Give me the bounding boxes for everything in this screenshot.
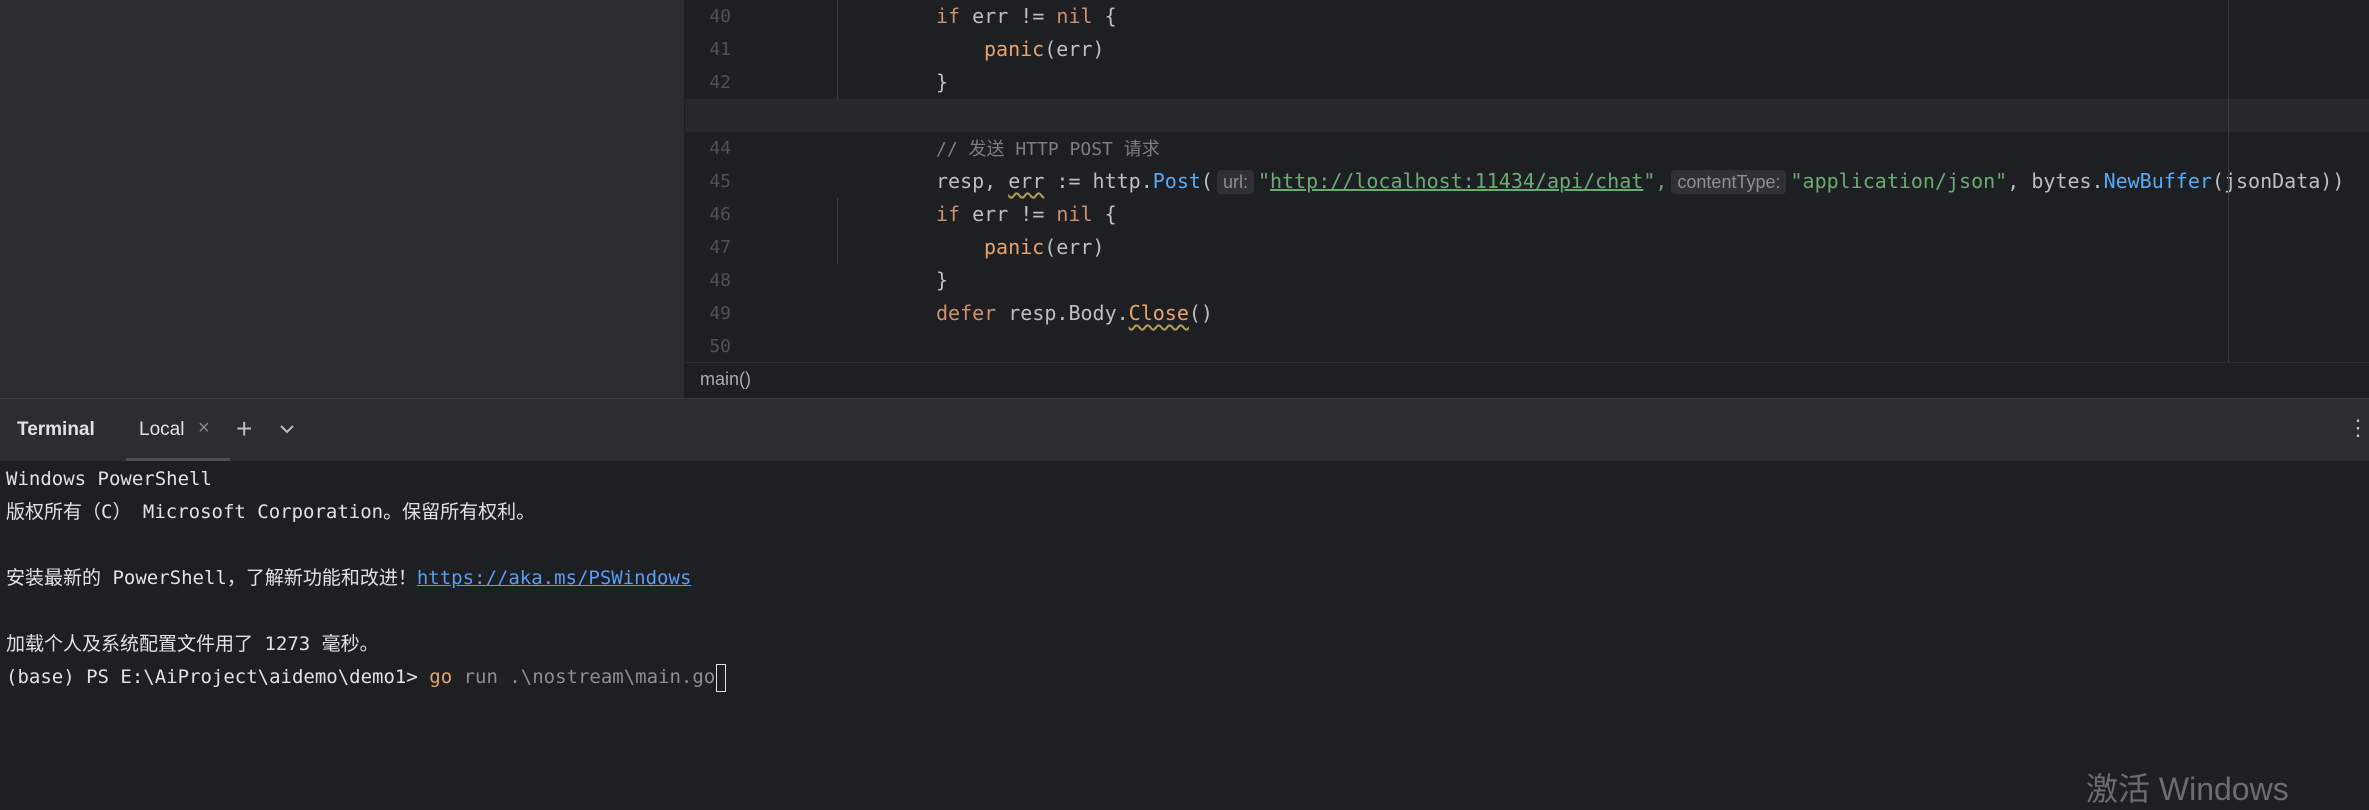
line-number: 44 (709, 138, 731, 159)
param-hint-content-type: contentType: (1671, 170, 1787, 194)
code-text: { (1092, 202, 1117, 226)
line-number: 40 (709, 6, 731, 27)
line-number: 46 (709, 204, 731, 225)
terminal-toolbar: Terminal Local × + ⋮ (0, 399, 2369, 461)
code-line-45[interactable]: resp, err := http.Post(url: "http://local… (785, 165, 2369, 198)
code-line-43-current[interactable] (685, 99, 2369, 132)
add-icon[interactable]: + (236, 413, 252, 445)
line-number: 48 (709, 270, 731, 291)
code-line-44[interactable]: // 发送 HTTP POST 请求 (785, 132, 2369, 165)
param-hint-url: url: (1216, 170, 1254, 194)
line-number: 42 (709, 72, 731, 93)
line-number: 49 (709, 303, 731, 324)
terminal-line: 安装最新的 PowerShell，了解新功能和改进！https://aka.ms… (6, 562, 691, 595)
url-link[interactable]: http://localhost:11434/api/chat (1270, 169, 1643, 193)
code-text: err != (960, 4, 1057, 28)
text-cursor (716, 663, 727, 692)
string-quote: " (1257, 169, 1271, 193)
code-text: ( (1200, 169, 1213, 193)
code-line-41[interactable]: panic(err) (785, 33, 2369, 66)
code-line-42[interactable]: } (785, 66, 2369, 99)
code-editor[interactable]: 40 41 42 43 44 45 46 47 48 49 50 if err … (685, 0, 2369, 362)
code-text: resp.Body. (996, 301, 1129, 325)
terminal-line: Windows PowerShell (6, 468, 212, 490)
method-name: Post (1152, 169, 1201, 193)
close-icon[interactable]: × (198, 417, 210, 440)
code-text: (err) (1044, 235, 1105, 259)
method-name: Close (1128, 301, 1189, 325)
command-go: go (429, 666, 453, 688)
prompt: (base) PS E:\AiProject\aidemo\demo1> (6, 666, 430, 688)
breadcrumb-bar: main() (685, 362, 2369, 399)
code-text: , bytes. (2007, 169, 2104, 193)
code-text: := http. (1044, 169, 1153, 193)
breadcrumb[interactable]: main() (700, 369, 751, 390)
terminal-line: 版权所有（C） Microsoft Corporation。保留所有权利。 (6, 501, 536, 523)
code-text: err != (960, 202, 1057, 226)
terminal-tab-local[interactable]: Local × (126, 399, 230, 461)
function-name: panic (984, 37, 1045, 61)
code-text: (err) (1044, 37, 1105, 61)
activation-watermark: 激活 Windows (2086, 771, 2289, 807)
code-line-40[interactable]: if err != nil { (785, 0, 2369, 33)
more-options-icon[interactable]: ⋮ (2347, 415, 2369, 441)
chevron-down-icon[interactable] (278, 417, 296, 440)
terminal-line: 加载个人及系统配置文件用了 1273 毫秒。 (6, 633, 379, 655)
line-number-gutter: 40 41 42 43 44 45 46 47 48 49 50 (685, 0, 785, 362)
code-line-48[interactable]: } (785, 264, 2369, 297)
keyword: nil (1056, 202, 1093, 226)
code-line-46[interactable]: if err != nil { (785, 198, 2369, 231)
code-text: { (1092, 4, 1117, 28)
code-text: } (936, 70, 949, 94)
indent-guide (837, 198, 838, 264)
string-quote: ", (1643, 169, 1668, 193)
command-args: run .\nostream\main.go (452, 666, 716, 688)
terminal-title: Terminal (17, 419, 95, 440)
code-line-47[interactable]: panic(err) (785, 231, 2369, 264)
code-text: } (936, 268, 949, 292)
keyword: if (936, 4, 961, 28)
function-name: panic (984, 235, 1045, 259)
comment: // 发送 HTTP POST 请求 (936, 139, 1160, 160)
terminal-prompt-line[interactable]: (base) PS E:\AiProject\aidemo\demo1> go … (6, 661, 727, 694)
code-text: () (1188, 301, 1213, 325)
code-text: (jsonData)) (2211, 169, 2345, 193)
indent-guide (837, 0, 838, 99)
project-panel (0, 0, 685, 398)
line-number: 45 (709, 171, 731, 192)
right-margin-guide (2228, 0, 2229, 362)
string-literal: "application/json" (1790, 169, 2008, 193)
line-number: 41 (709, 39, 731, 60)
keyword: if (936, 202, 961, 226)
line-number: 47 (709, 237, 731, 258)
terminal-tab-label: Local (139, 419, 185, 440)
code-line-50[interactable] (785, 330, 2369, 363)
keyword: nil (1056, 4, 1093, 28)
powershell-link[interactable]: https://aka.ms/PSWindows (417, 567, 692, 589)
code-line-49[interactable]: defer resp.Body.Close() (785, 297, 2369, 330)
terminal-text: 安装最新的 PowerShell，了解新功能和改进！ (6, 567, 417, 589)
keyword: defer (936, 301, 997, 325)
method-name: NewBuffer (2103, 169, 2212, 193)
line-number: 50 (709, 336, 731, 357)
code-text: resp, (936, 169, 1009, 193)
terminal-output[interactable]: Windows PowerShell 版权所有（C） Microsoft Cor… (0, 461, 2369, 783)
code-text: err (1008, 169, 1045, 193)
